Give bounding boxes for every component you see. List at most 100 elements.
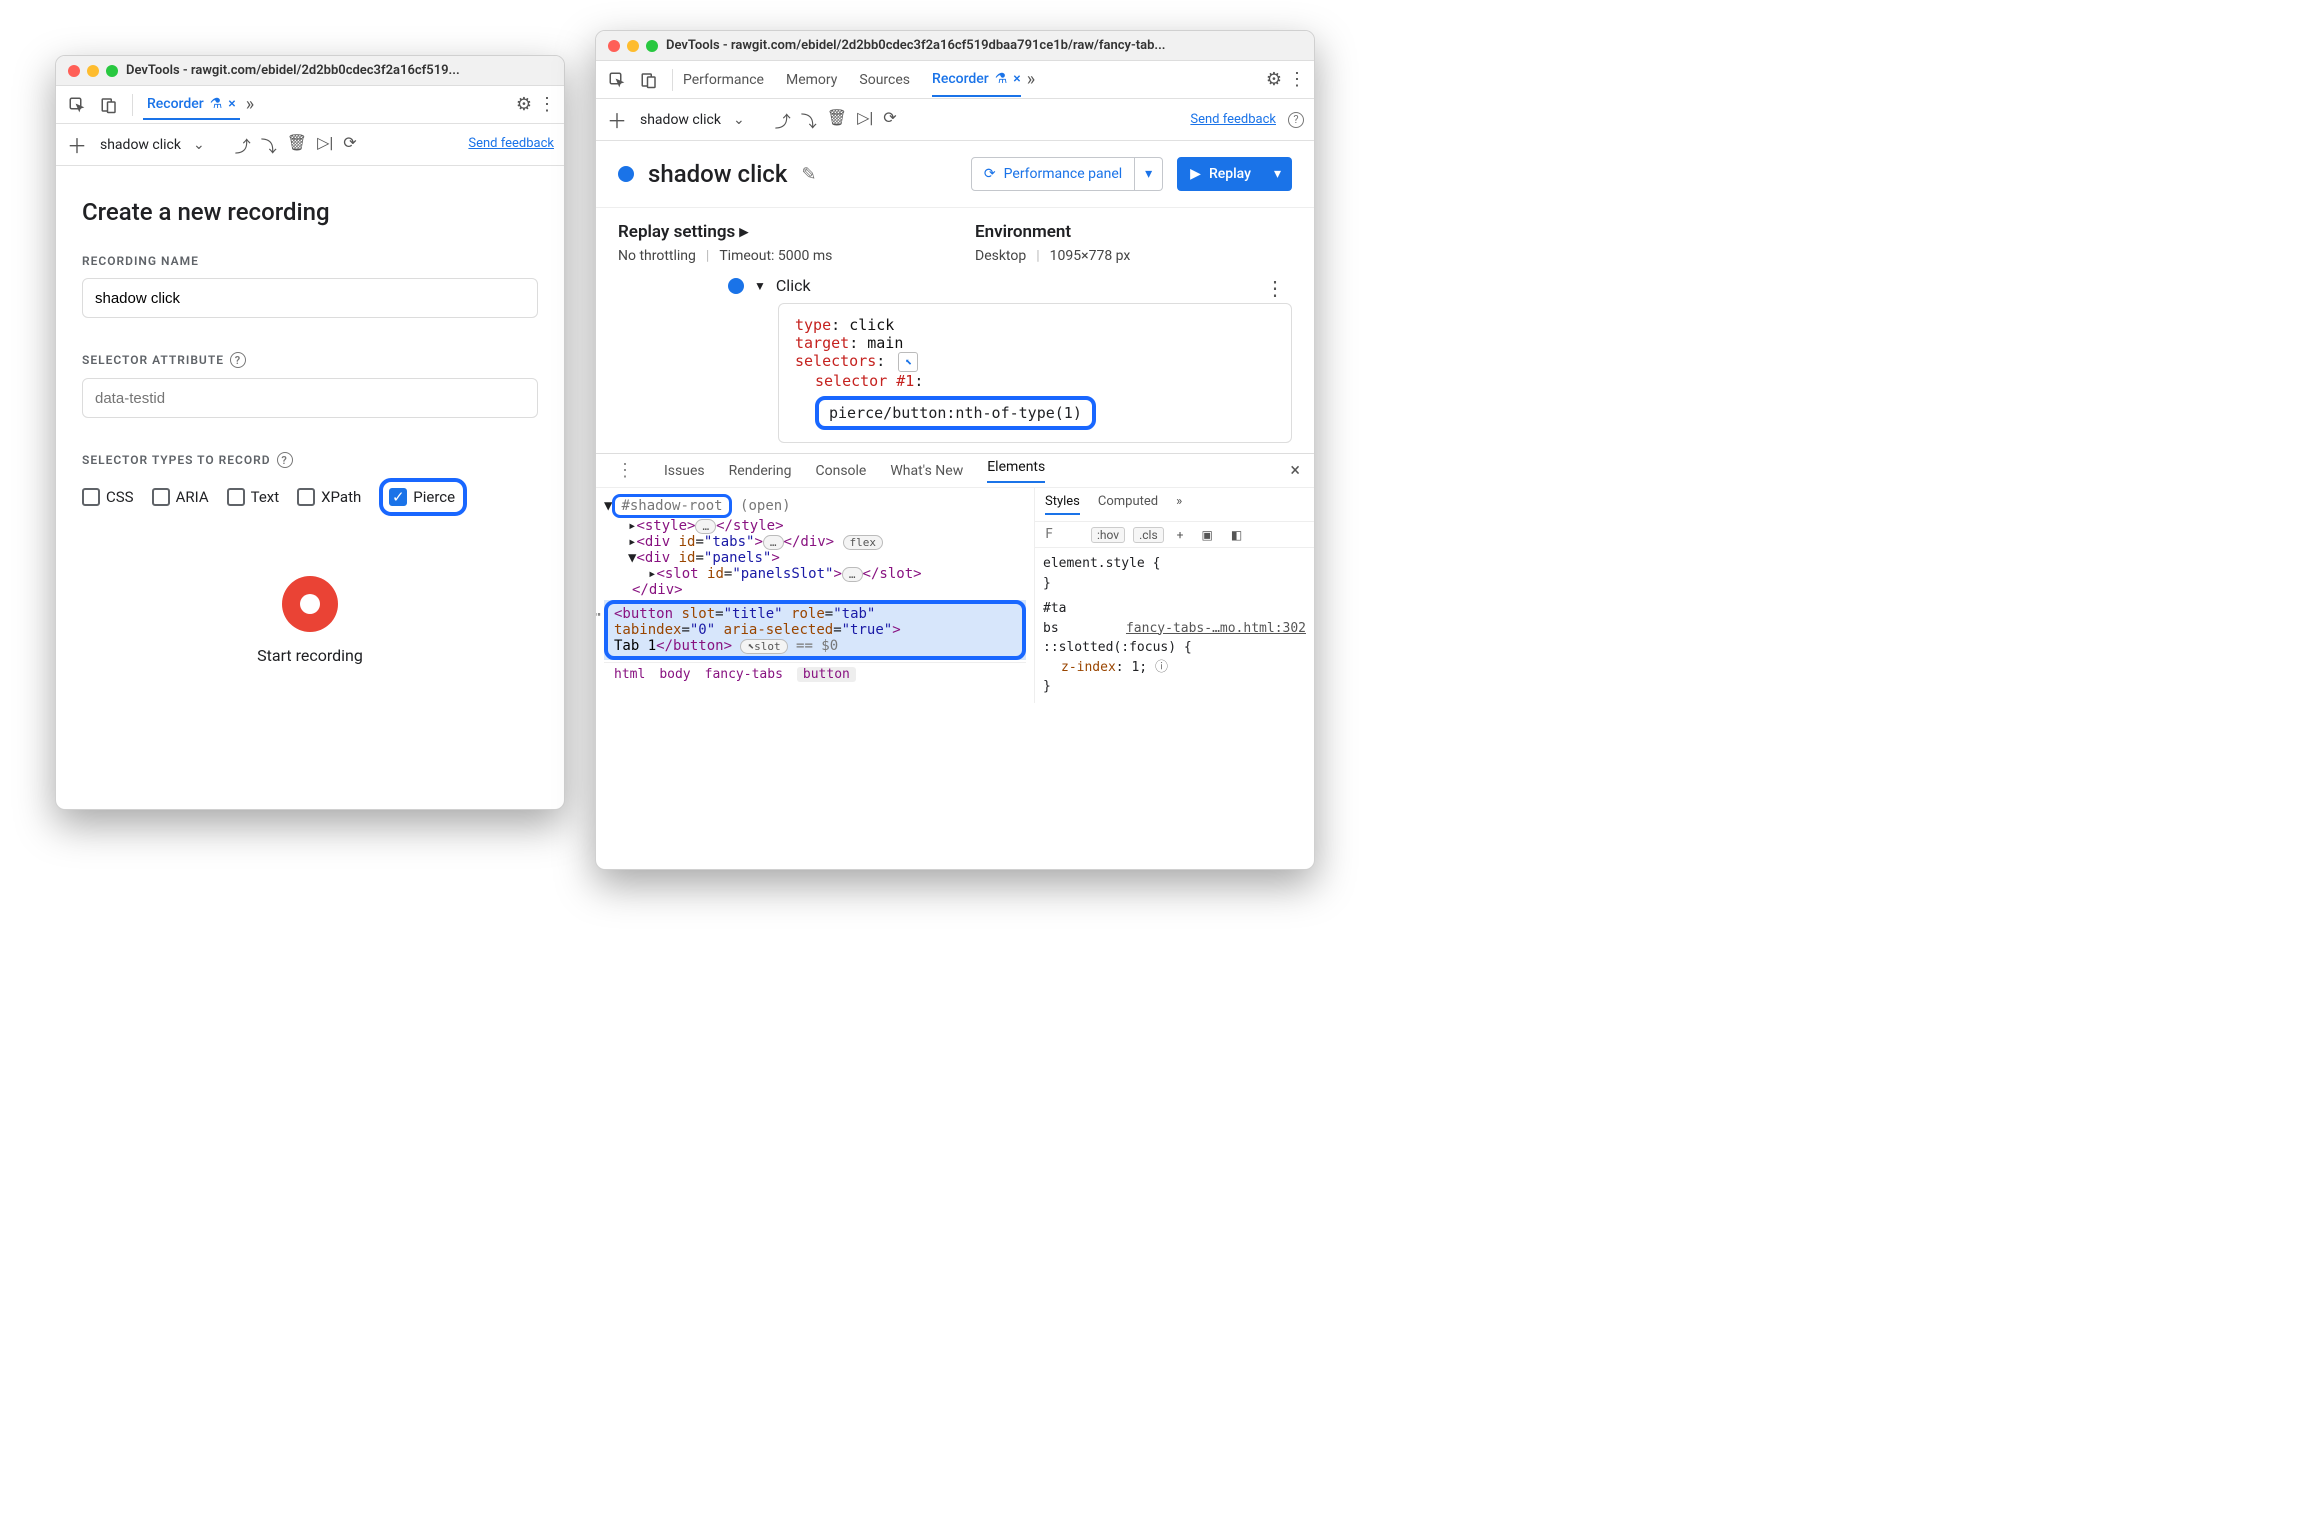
drawer-menu-icon[interactable]: ⋮: [610, 460, 640, 481]
step-play-icon[interactable]: ▷|: [317, 133, 333, 157]
minimize-traffic-light[interactable]: [87, 65, 99, 77]
style-rules[interactable]: element.style { } #ta bsfancy-tabs-…mo.h…: [1035, 548, 1314, 703]
close-tab-icon[interactable]: ×: [1013, 71, 1020, 87]
flex-badge[interactable]: flex: [843, 535, 884, 550]
recorder-toolbar: ＋ shadow click ⌄ ⤴ ⤵ 🗑 ▷| ⟳ Send feedbac…: [596, 99, 1314, 141]
new-rule-icon[interactable]: +: [1172, 528, 1189, 542]
performance-panel-dropdown[interactable]: ▾: [1135, 157, 1163, 191]
node-menu-icon[interactable]: ⋯: [596, 604, 607, 625]
close-traffic-light[interactable]: [68, 65, 80, 77]
tab-recorder[interactable]: Recorder ⚗ ×: [932, 63, 1021, 97]
zoom-traffic-light[interactable]: [106, 65, 118, 77]
step-play-icon[interactable]: ▷|: [857, 108, 873, 132]
kebab-menu-icon[interactable]: ⋮: [538, 94, 556, 115]
close-tab-icon[interactable]: ×: [228, 96, 235, 112]
replay-settings-label[interactable]: Replay settings ▸: [618, 222, 935, 242]
replay-settings: Replay settings ▸ No throttling | Timeou…: [596, 208, 1314, 270]
import-icon[interactable]: ⤵: [801, 108, 817, 132]
inspect-icon[interactable]: [604, 67, 630, 93]
recording-dropdown-icon[interactable]: ⌄: [193, 137, 205, 153]
new-recording-icon[interactable]: ＋: [66, 130, 88, 159]
recording-name[interactable]: shadow click: [640, 112, 721, 128]
send-feedback-link[interactable]: Send feedback: [1190, 112, 1276, 127]
tab-console[interactable]: Console: [815, 463, 866, 479]
close-drawer-icon[interactable]: ×: [1290, 460, 1300, 481]
help-icon[interactable]: ?: [230, 352, 246, 368]
delete-icon[interactable]: 🗑: [287, 133, 307, 157]
slow-replay-icon[interactable]: ⟳: [883, 108, 896, 132]
tab-rendering[interactable]: Rendering: [729, 463, 792, 479]
more-tabs-icon[interactable]: »: [1027, 69, 1035, 90]
timeout-value: Timeout: 5000 ms: [719, 248, 832, 264]
env-device: Desktop: [975, 248, 1026, 264]
tab-issues[interactable]: Issues: [664, 463, 705, 479]
start-recording-label: Start recording: [82, 646, 538, 665]
computed-toggle-icon[interactable]: ▣: [1196, 528, 1217, 542]
titlebar: DevTools - rawgit.com/ebidel/2d2bb0cdec3…: [56, 56, 564, 86]
tab-sources[interactable]: Sources: [859, 64, 910, 96]
more-tabs-icon[interactable]: »: [1176, 494, 1182, 515]
checkbox-aria[interactable]: ARIA: [152, 478, 209, 516]
settings-gear-icon[interactable]: ⚙: [1266, 69, 1282, 90]
step-dot: [728, 278, 744, 294]
import-icon[interactable]: ⤵: [261, 133, 277, 157]
help-icon[interactable]: ?: [277, 452, 293, 468]
checkbox-pierce[interactable]: ✓Pierce: [389, 488, 455, 506]
help-icon[interactable]: ?: [1288, 112, 1304, 128]
delete-icon[interactable]: 🗑: [827, 108, 847, 132]
settings-gear-icon[interactable]: ⚙: [516, 94, 532, 115]
device-toggle-icon[interactable]: [636, 67, 662, 93]
sidebar-toggle-icon[interactable]: ◧: [1226, 528, 1247, 542]
slot-badge[interactable]: ⬉slot: [740, 639, 787, 654]
breadcrumbs[interactable]: html body fancy-tabs button: [604, 662, 1026, 686]
replay-button[interactable]: ▶ Replay: [1177, 157, 1264, 191]
inspect-icon[interactable]: [64, 92, 90, 118]
export-icon[interactable]: ⤴: [235, 133, 251, 157]
tab-whatsnew[interactable]: What's New: [890, 463, 963, 479]
tab-performance[interactable]: Performance: [683, 64, 764, 96]
new-recording-icon[interactable]: ＋: [606, 105, 628, 134]
step-name: Click: [776, 276, 811, 295]
recording-dropdown-icon[interactable]: ⌄: [733, 112, 745, 128]
checkbox-xpath[interactable]: XPath: [297, 478, 361, 516]
tab-recorder[interactable]: Recorder ⚗ ×: [143, 90, 240, 120]
recording-name[interactable]: shadow click: [100, 137, 181, 153]
selector-attribute-label: SELECTOR ATTRIBUTE ?: [82, 352, 538, 368]
picker-icon[interactable]: ⬉: [898, 352, 918, 372]
recording-header: shadow click ✎ ⟳ Performance panel ▾ ▶ R…: [596, 141, 1314, 208]
tab-styles[interactable]: Styles: [1045, 494, 1080, 515]
recording-name-input[interactable]: [82, 278, 538, 318]
devtools-window-right: DevTools - rawgit.com/ebidel/2d2bb0cdec3…: [595, 30, 1315, 870]
styles-pane: Styles Computed » :hov .cls + ▣ ◧ elemen…: [1034, 488, 1314, 703]
more-tabs-icon[interactable]: »: [246, 94, 254, 115]
styles-filter-input[interactable]: [1043, 526, 1083, 543]
step-menu-icon[interactable]: ⋮: [1265, 276, 1285, 300]
minimize-traffic-light[interactable]: [627, 40, 639, 52]
dom-tree[interactable]: ▼#shadow-root (open) ▸<style>…</style> ▸…: [596, 488, 1034, 703]
recording-title: shadow click: [648, 160, 787, 188]
checkbox-text[interactable]: Text: [227, 478, 280, 516]
kebab-menu-icon[interactable]: ⋮: [1288, 69, 1306, 90]
edit-title-icon[interactable]: ✎: [801, 164, 816, 185]
start-recording-button[interactable]: [282, 576, 338, 632]
flask-icon: ⚗: [210, 96, 223, 112]
selector-attribute-input[interactable]: [82, 378, 538, 418]
zoom-traffic-light[interactable]: [646, 40, 658, 52]
performance-panel-button[interactable]: ⟳ Performance panel: [971, 157, 1135, 191]
tab-recorder-label: Recorder: [147, 96, 204, 112]
source-link[interactable]: fancy-tabs-…mo.html:302: [1126, 619, 1306, 639]
tab-memory[interactable]: Memory: [786, 64, 837, 96]
slow-replay-icon[interactable]: ⟳: [343, 133, 356, 157]
device-toggle-icon[interactable]: [96, 92, 122, 118]
checkbox-css[interactable]: CSS: [82, 478, 134, 516]
export-icon[interactable]: ⤴: [775, 108, 791, 132]
close-traffic-light[interactable]: [608, 40, 620, 52]
send-feedback-link[interactable]: Send feedback: [468, 137, 554, 151]
recording-name-label: RECORDING NAME: [82, 254, 538, 268]
replay-dropdown[interactable]: ▾: [1264, 157, 1292, 191]
tab-elements[interactable]: Elements: [987, 459, 1045, 483]
collapse-icon[interactable]: ▼: [754, 279, 766, 293]
hov-toggle[interactable]: :hov: [1091, 527, 1125, 543]
tab-computed[interactable]: Computed: [1098, 494, 1158, 515]
cls-toggle[interactable]: .cls: [1133, 527, 1164, 543]
